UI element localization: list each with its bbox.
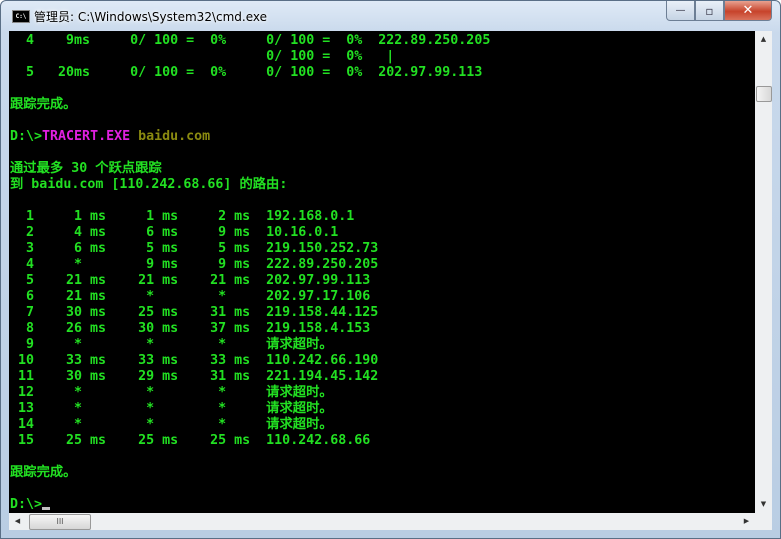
console-text: TRACERT.EXE — [42, 129, 131, 144]
scroll-up-icon[interactable]: ▲ — [755, 31, 772, 48]
console-line: 12 * * * 请求超时。 — [10, 385, 490, 401]
console-text: 4 9ms 0/ 100 = 0% 0/ 100 = 0% 222.89.250… — [10, 33, 491, 48]
console-text: 8 26 ms 30 ms 37 ms 219.158.4.153 — [10, 321, 371, 336]
console-text: 11 30 ms 29 ms 31 ms 221.194.45.142 — [10, 369, 379, 384]
horizontal-scroll-thumb[interactable]: III — [29, 514, 91, 530]
console-text: 7 30 ms 25 ms 31 ms 219.158.44.125 — [10, 305, 379, 320]
console-text: 13 * * * 请求超时。 — [10, 401, 333, 416]
maximize-icon: ▫ — [705, 3, 714, 18]
console-line: 10 33 ms 33 ms 33 ms 110.242.66.190 — [10, 353, 490, 369]
console-text: 5 20ms 0/ 100 = 0% 0/ 100 = 0% 202.97.99… — [10, 65, 483, 80]
console-line: 到 baidu.com [110.242.68.66] 的路由: — [10, 177, 490, 193]
console-line: 6 21 ms * * 202.97.17.106 — [10, 289, 490, 305]
console-line: 13 * * * 请求超时。 — [10, 401, 490, 417]
console-text: 到 baidu.com [110.242.68.66] 的路由: — [10, 177, 288, 192]
cmd-window: C:\ 管理员: C:\Windows\System32\cmd.exe — ▫… — [0, 0, 781, 539]
window-controls: — ▫ ✕ — [666, 1, 772, 21]
maximize-button[interactable]: ▫ — [695, 1, 724, 21]
console-text: 6 21 ms * * 202.97.17.106 — [10, 289, 371, 304]
console-text: 14 * * * 请求超时。 — [10, 417, 333, 432]
console-text: 9 * * * 请求超时。 — [10, 337, 333, 352]
console-text: 跟踪完成。 — [10, 97, 77, 112]
scroll-down-icon[interactable]: ▼ — [755, 496, 772, 513]
vertical-scrollbar[interactable]: ▲ ▼ — [755, 31, 772, 513]
console-text: 2 4 ms 6 ms 9 ms 10.16.0.1 — [10, 225, 339, 240]
console-line: 通过最多 30 个跃点跟踪 — [10, 161, 490, 177]
console-text: 通过最多 30 个跃点跟踪 — [10, 161, 162, 176]
console-line: 3 6 ms 5 ms 5 ms 219.150.252.73 — [10, 241, 490, 257]
cmd-app-icon[interactable]: C:\ — [12, 10, 30, 23]
console-text: baidu.com — [130, 129, 211, 144]
console-line: 14 * * * 请求超时。 — [10, 417, 490, 433]
console-lines: 4 9ms 0/ 100 = 0% 0/ 100 = 0% 222.89.250… — [10, 33, 490, 513]
console-text: 跟踪完成。 — [10, 465, 77, 480]
console-line: 4 * 9 ms 9 ms 222.89.250.205 — [10, 257, 490, 273]
close-icon: ✕ — [742, 3, 754, 18]
horizontal-scrollbar[interactable]: ◀ III ▶ — [9, 513, 755, 530]
console-line: D:\>TRACERT.EXE baidu.com — [10, 129, 490, 145]
console-line: 11 30 ms 29 ms 31 ms 221.194.45.142 — [10, 369, 490, 385]
minimize-icon: — — [675, 5, 686, 16]
console-text: 4 * 9 ms 9 ms 222.89.250.205 — [10, 257, 379, 272]
console-text: D:\> — [10, 497, 43, 512]
console-line: 4 9ms 0/ 100 = 0% 0/ 100 = 0% 222.89.250… — [10, 33, 490, 49]
window-title: 管理员: C:\Windows\System32\cmd.exe — [34, 10, 267, 24]
scroll-right-icon[interactable]: ▶ — [738, 513, 755, 530]
console-line: D:\> — [10, 497, 490, 513]
console-line: 跟踪完成。 — [10, 97, 490, 113]
console-text: D:\> — [10, 129, 43, 144]
console-text: 10 33 ms 33 ms 33 ms 110.242.66.190 — [10, 353, 379, 368]
title-bar[interactable]: C:\ 管理员: C:\Windows\System32\cmd.exe — ▫… — [1, 1, 780, 31]
console-output[interactable]: 4 9ms 0/ 100 = 0% 0/ 100 = 0% 222.89.250… — [9, 31, 755, 513]
console-text: 12 * * * 请求超时。 — [10, 385, 333, 400]
console-line: 15 25 ms 25 ms 25 ms 110.242.68.66 — [10, 433, 490, 449]
resize-grip[interactable] — [755, 513, 772, 530]
console-line: 5 20ms 0/ 100 = 0% 0/ 100 = 0% 202.97.99… — [10, 65, 490, 81]
console-text: 1 1 ms 1 ms 2 ms 192.168.0.1 — [10, 209, 355, 224]
console-text: 0/ 100 = 0% | — [10, 49, 395, 64]
console-line: 9 * * * 请求超时。 — [10, 337, 490, 353]
console-line: 5 21 ms 21 ms 21 ms 202.97.99.113 — [10, 273, 490, 289]
console-line: 2 4 ms 6 ms 9 ms 10.16.0.1 — [10, 225, 490, 241]
vertical-scroll-thumb[interactable] — [756, 86, 772, 102]
close-button[interactable]: ✕ — [724, 1, 772, 21]
console-line: 跟踪完成。 — [10, 465, 490, 481]
minimize-button[interactable]: — — [666, 1, 695, 21]
scroll-left-icon[interactable]: ◀ — [9, 513, 26, 530]
console-line: 0/ 100 = 0% | — [10, 49, 490, 65]
console-line: 7 30 ms 25 ms 31 ms 219.158.44.125 — [10, 305, 490, 321]
console-text: 3 6 ms 5 ms 5 ms 219.150.252.73 — [10, 241, 379, 256]
console-line: 8 26 ms 30 ms 37 ms 219.158.4.153 — [10, 321, 490, 337]
console-text: 5 21 ms 21 ms 21 ms 202.97.99.113 — [10, 273, 371, 288]
text-cursor — [42, 507, 51, 510]
console-text: 15 25 ms 25 ms 25 ms 110.242.68.66 — [10, 433, 371, 448]
console-line: 1 1 ms 1 ms 2 ms 192.168.0.1 — [10, 209, 490, 225]
